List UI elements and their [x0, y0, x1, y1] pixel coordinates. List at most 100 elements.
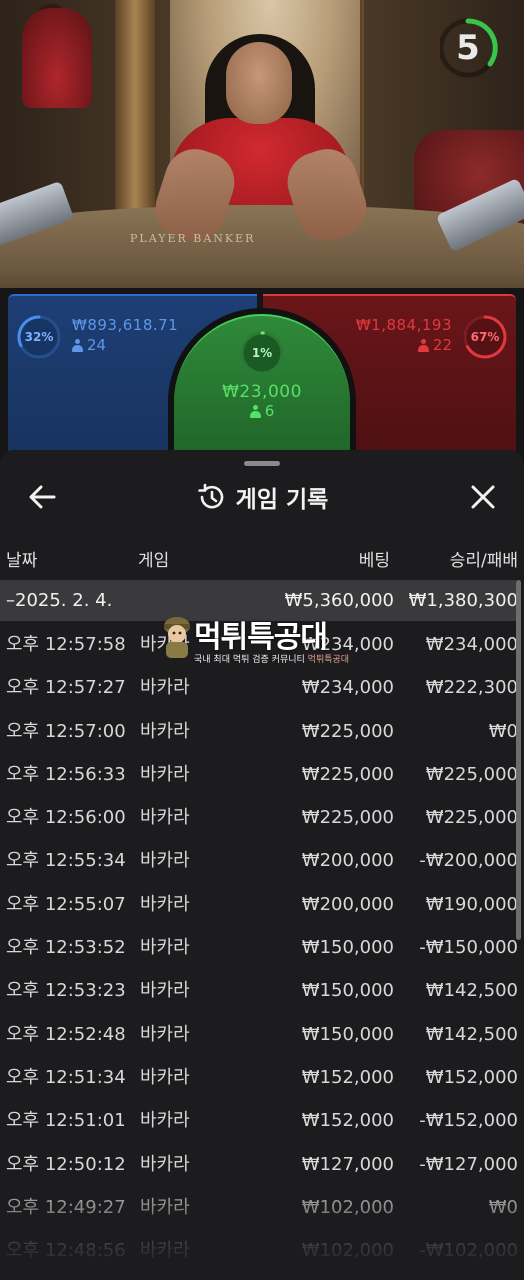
close-icon: [471, 485, 495, 509]
column-header-bet[interactable]: 베팅: [359, 546, 390, 571]
row-time: 오후 12:56:33: [6, 763, 126, 785]
row-bet: ₩152,000: [301, 1066, 394, 1088]
row-game: 바카라: [140, 937, 190, 959]
row-time: 오후 12:53:52: [6, 937, 126, 959]
tie-bet-amount: ₩23,000: [222, 382, 302, 402]
history-scrollbar[interactable]: [516, 580, 521, 940]
row-time: 오후 12:57:00: [6, 720, 126, 742]
tie-count: 6: [174, 402, 350, 420]
arrow-left-icon: [29, 485, 56, 509]
row-bet: ₩225,000: [301, 763, 394, 785]
column-header-date[interactable]: 날짜: [6, 546, 37, 571]
row-result: ₩152,000: [425, 1066, 518, 1088]
row-result: ₩225,000: [425, 763, 518, 785]
column-header-result[interactable]: 승리/패배: [450, 546, 518, 571]
row-time: 오후 12:52:48: [6, 1023, 126, 1045]
banker-count-value: 22: [432, 336, 452, 354]
row-game: 바카라: [140, 980, 190, 1002]
banker-count: 22: [417, 336, 452, 354]
row-bet: ₩152,000: [301, 1110, 394, 1132]
row-time: 오후 12:57:58: [6, 634, 126, 655]
row-time: 오후 12:56:00: [6, 807, 126, 829]
table-label: PLAYER BANKER: [130, 232, 256, 245]
row-result: -₩150,000: [419, 937, 518, 959]
row-bet: ₩234,000: [301, 677, 394, 699]
player-count: 24: [72, 336, 106, 354]
banker-percent: 67%: [470, 330, 500, 344]
row-result: ₩190,000: [425, 893, 518, 915]
back-button[interactable]: [26, 482, 60, 512]
sheet-header: 게임 기록: [0, 472, 524, 522]
player-percent: 32%: [24, 330, 54, 344]
person-icon: [417, 338, 429, 352]
history-row[interactable]: 오후 12:53:23 바카라 ₩150,000 ₩142,500: [0, 970, 518, 1013]
history-row[interactable]: 오후 12:56:00 바카라 ₩225,000 ₩225,000: [0, 797, 518, 840]
summary-result-total: ₩1,380,300: [408, 590, 518, 611]
row-time: 오후 12:55:07: [6, 893, 126, 915]
person-icon: [72, 338, 83, 352]
row-game: 바카라: [140, 893, 190, 915]
row-time: 오후 12:57:27: [6, 677, 126, 699]
sheet-drag-handle[interactable]: [244, 461, 280, 466]
row-game: 바카라: [140, 1066, 190, 1088]
person-icon: [249, 404, 261, 418]
round-countdown-timer: 5: [438, 18, 504, 82]
row-bet: ₩200,000: [301, 893, 394, 915]
history-row[interactable]: 오후 12:55:07 바카라 ₩200,000 ₩190,000: [0, 884, 518, 927]
row-result: -₩152,000: [419, 1110, 518, 1132]
dealer-face: [226, 42, 292, 124]
tie-count-value: 6: [264, 402, 275, 420]
history-row[interactable]: 오후 12:57:58 바카라 ₩234,000 ₩234,000: [0, 624, 518, 667]
column-header-game[interactable]: 게임: [138, 546, 169, 571]
row-bet: ₩150,000: [301, 937, 394, 959]
row-time: 오후 12:55:34: [6, 850, 126, 872]
history-row[interactable]: 오후 12:56:33 바카라 ₩225,000 ₩225,000: [0, 754, 518, 797]
list-fade-overlay: [0, 1170, 524, 1280]
history-row[interactable]: 오후 12:57:27 바카라 ₩234,000 ₩222,300: [0, 667, 518, 710]
row-time: 오후 12:51:34: [6, 1066, 126, 1088]
player-percent-ring: 32%: [16, 314, 62, 360]
row-result: ₩0: [488, 720, 518, 742]
history-row[interactable]: 오후 12:57:00 바카라 ₩225,000 ₩0: [0, 711, 518, 754]
live-video-feed: PLAYER BANKER 5: [0, 0, 524, 300]
banker-percent-ring: 67%: [462, 314, 508, 360]
date-summary-row[interactable]: –2025. 2. 4. ₩5,360,000 ₩1,380,300: [0, 580, 518, 621]
row-time: 오후 12:51:01: [6, 1110, 126, 1132]
tie-percent-ring: 1%: [239, 330, 285, 376]
row-game: 바카라: [140, 807, 190, 829]
row-result: -₩200,000: [419, 850, 518, 872]
row-bet: ₩150,000: [301, 1023, 394, 1045]
countdown-number: 5: [456, 28, 480, 68]
summary-bet-total: ₩5,360,000: [284, 590, 394, 611]
tie-percent: 1%: [251, 346, 273, 360]
player-bet-amount: ₩893,618.71: [72, 316, 179, 334]
history-row[interactable]: 오후 12:52:48 바카라 ₩150,000 ₩142,500: [0, 1014, 518, 1057]
row-result: ₩142,500: [425, 980, 518, 1002]
row-bet: ₩150,000: [301, 980, 394, 1002]
row-bet: ₩225,000: [301, 720, 394, 742]
row-game: 바카라: [140, 763, 190, 785]
game-history-sheet: 게임 기록 날짜 게임 베팅 승리/패배 –2025. 2. 4. ₩5,360…: [0, 450, 524, 1280]
row-game: 바카라: [140, 677, 190, 699]
sheet-title-group: 게임 기록: [0, 472, 524, 522]
row-game: 바카라: [140, 1023, 190, 1045]
history-clock-icon: [197, 483, 223, 509]
row-time: 오후 12:53:23: [6, 980, 126, 1002]
history-row[interactable]: 오후 12:51:01 바카라 ₩152,000 -₩152,000: [0, 1100, 518, 1143]
betting-panel: 32% ₩893,618.71 24 ₩1,884,193 22 67% 1% …: [0, 288, 524, 484]
history-row[interactable]: 오후 12:53:52 바카라 ₩150,000 -₩150,000: [0, 927, 518, 970]
row-result: ₩222,300: [425, 677, 518, 699]
row-game: 바카라: [140, 850, 190, 872]
video-background-dealer: [22, 8, 92, 108]
history-row[interactable]: 오후 12:55:34 바카라 ₩200,000 -₩200,000: [0, 840, 518, 883]
video-pillar: [115, 0, 155, 220]
row-game: 바카라: [140, 634, 190, 655]
row-result: ₩225,000: [425, 807, 518, 829]
row-game: 바카라: [140, 720, 190, 742]
row-result: ₩234,000: [425, 634, 518, 655]
row-bet: ₩200,000: [301, 850, 394, 872]
history-row[interactable]: 오후 12:51:34 바카라 ₩152,000 ₩152,000: [0, 1057, 518, 1100]
row-bet: ₩225,000: [301, 807, 394, 829]
close-button[interactable]: [468, 482, 498, 512]
banker-bet-amount: ₩1,884,193: [355, 316, 452, 334]
